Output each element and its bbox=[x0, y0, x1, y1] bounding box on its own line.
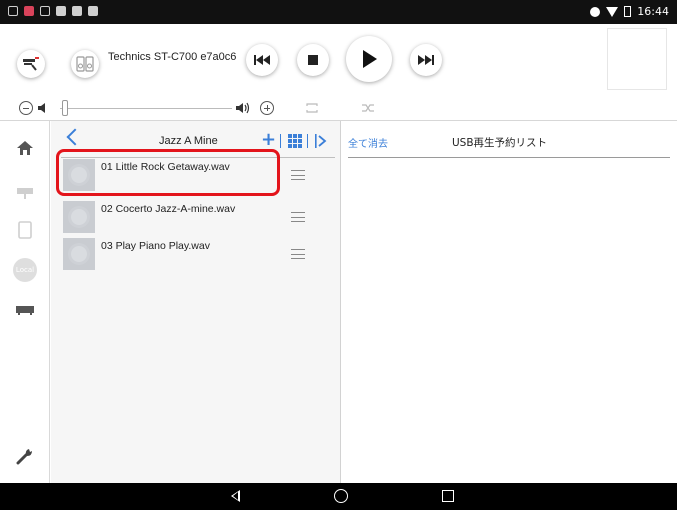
sidebar-item-tablet[interactable] bbox=[12, 217, 38, 243]
sidebar-item-local[interactable]: Local bbox=[12, 257, 38, 283]
status-bar: 16:44 bbox=[0, 0, 677, 24]
track-row[interactable]: 02 Cocerto Jazz-A-mine.wav bbox=[59, 197, 337, 237]
list-title: Jazz A Mine bbox=[159, 135, 218, 147]
volume-row bbox=[0, 96, 677, 120]
track-name: 02 Cocerto Jazz-A-mine.wav bbox=[101, 203, 236, 215]
separator bbox=[280, 134, 281, 148]
sidebar-item-home[interactable] bbox=[12, 135, 38, 161]
clear-all-button[interactable]: 全て消去 bbox=[348, 135, 388, 150]
track-row[interactable]: 03 Play Piano Play.wav bbox=[59, 234, 337, 274]
sidebar-item-usb[interactable] bbox=[12, 179, 38, 205]
device-name: Technics ST-C700 e7a0c6 bbox=[108, 51, 237, 63]
volume-slider-thumb[interactable] bbox=[62, 100, 68, 116]
queue-title: USB再生予約リスト bbox=[452, 137, 548, 149]
shuffle-icon[interactable] bbox=[362, 103, 374, 113]
sidebar: Local bbox=[0, 121, 50, 483]
usb-device-icon bbox=[17, 188, 33, 199]
drag-handle-icon[interactable] bbox=[291, 212, 305, 222]
stop-icon bbox=[308, 55, 318, 65]
tablet-icon bbox=[18, 221, 32, 239]
drag-handle-icon[interactable] bbox=[291, 170, 305, 180]
player-header: Technics ST-C700 e7a0c6 bbox=[0, 24, 677, 120]
volume-down-button[interactable] bbox=[19, 101, 33, 115]
back-chevron-icon[interactable] bbox=[66, 128, 84, 146]
local-label: Local bbox=[15, 266, 35, 274]
highlight-annotation bbox=[56, 149, 280, 196]
amplifier-icon bbox=[16, 306, 34, 315]
screenshot-icon bbox=[8, 6, 18, 16]
phone-icon bbox=[40, 6, 50, 16]
sidebar-item-settings[interactable] bbox=[12, 443, 38, 469]
wifi-icon bbox=[606, 6, 619, 17]
status-right: 16:44 bbox=[590, 5, 669, 18]
repeat-icon[interactable] bbox=[306, 103, 318, 113]
play-next-icon[interactable] bbox=[314, 133, 328, 149]
speaker-connect-icon bbox=[23, 57, 39, 71]
drag-handle-icon[interactable] bbox=[291, 249, 305, 259]
android-icon bbox=[56, 6, 66, 16]
speaker-select-button[interactable] bbox=[71, 50, 99, 78]
speaker-small-icon bbox=[38, 103, 45, 113]
grid-view-icon[interactable] bbox=[288, 134, 302, 148]
sidebar-item-amplifier[interactable] bbox=[12, 297, 38, 323]
status-time: 16:44 bbox=[637, 5, 669, 18]
app-notification-icon bbox=[24, 6, 34, 16]
add-icon[interactable]: + bbox=[261, 131, 276, 149]
volume-slider-track[interactable] bbox=[60, 108, 232, 109]
volume-up-button[interactable] bbox=[260, 101, 274, 115]
album-art bbox=[607, 28, 667, 90]
battery-icon bbox=[624, 6, 632, 17]
navigation-bar bbox=[0, 483, 677, 510]
album-thumbnail bbox=[63, 238, 95, 270]
skip-back-icon bbox=[254, 55, 270, 65]
previous-track-button[interactable] bbox=[246, 44, 278, 76]
sync-icon bbox=[590, 6, 601, 17]
speaker-loud-icon bbox=[236, 102, 250, 114]
back-icon[interactable] bbox=[231, 490, 240, 502]
android-icon-2 bbox=[72, 6, 82, 16]
queue-header-divider bbox=[348, 157, 670, 158]
notification-icons bbox=[8, 6, 98, 16]
skip-forward-icon bbox=[418, 55, 434, 65]
android-icon-3 bbox=[88, 6, 98, 16]
home-icon bbox=[17, 141, 33, 155]
home-circle-icon[interactable] bbox=[334, 489, 348, 503]
app-window: 16:44 Technics ST-C700 e7a0c6 Local Jazz… bbox=[0, 0, 677, 510]
play-button[interactable] bbox=[346, 36, 392, 82]
recents-icon[interactable] bbox=[442, 490, 454, 502]
queue-panel: 全て消去 USB再生予約リスト bbox=[342, 121, 677, 483]
next-track-button[interactable] bbox=[410, 44, 442, 76]
play-icon bbox=[363, 50, 377, 68]
track-name: 03 Play Piano Play.wav bbox=[101, 240, 210, 252]
speakers-icon bbox=[76, 56, 94, 72]
local-icon: Local bbox=[13, 258, 37, 282]
wrench-icon bbox=[16, 449, 32, 465]
stop-button[interactable] bbox=[297, 44, 329, 76]
connection-button[interactable] bbox=[17, 50, 45, 78]
album-thumbnail bbox=[63, 201, 95, 233]
separator bbox=[307, 134, 308, 148]
